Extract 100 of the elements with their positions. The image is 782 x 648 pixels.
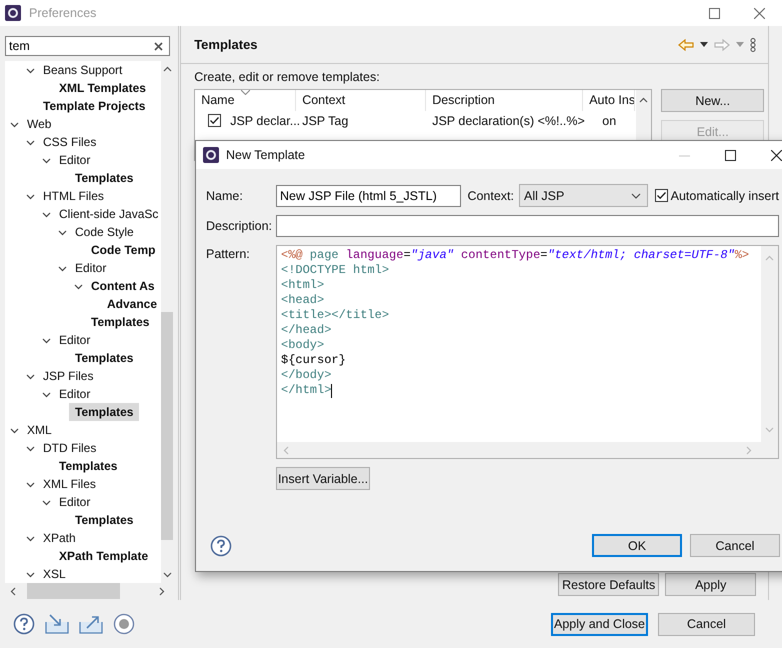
chevron-down-icon[interactable] (26, 480, 35, 488)
help-icon[interactable] (210, 534, 232, 556)
tree-item[interactable]: Templates (90, 313, 150, 331)
tree-item[interactable]: Code Style (74, 223, 135, 241)
tree-item[interactable]: Advance (106, 295, 158, 313)
chevron-down-icon[interactable] (74, 282, 83, 290)
column-header[interactable]: Context (296, 90, 426, 111)
scroll-up-icon[interactable] (639, 97, 648, 103)
code-line: <head> (281, 293, 324, 308)
chevron-down-icon[interactable] (10, 120, 19, 128)
field-label: Name: (206, 188, 244, 202)
table-cell-text: JSP declaration(s) <%!..%> (431, 114, 584, 128)
code-line: <%@ page language="java" contentType="text/html; charset=UTF-8"%> (281, 248, 750, 263)
tree-item[interactable]: Templates (74, 169, 134, 187)
chevron-down-icon[interactable] (42, 336, 51, 344)
chevron-down-icon[interactable] (26, 444, 35, 452)
search-field[interactable]: tem (5, 36, 170, 56)
chevron-down-icon[interactable] (42, 156, 51, 164)
chevron-down-icon[interactable] (10, 426, 19, 434)
tree-item[interactable]: Web (26, 115, 52, 133)
scroll-up-icon[interactable] (162, 66, 172, 72)
tree-item[interactable]: XML Templates (58, 79, 147, 97)
page-button[interactable]: Restore Defaults (558, 573, 660, 596)
tree-item[interactable]: Editor (58, 385, 92, 403)
chevron-down-icon[interactable] (42, 390, 51, 398)
chevron-down-icon[interactable] (42, 498, 51, 506)
pattern-editor[interactable]: <%@ page language="java" contentType="text/html; charset=UTF-8"%> <!DOCTYPE html> <html> <head> <title></title> </head> <body> ${cursor} </body> </html> (276, 245, 779, 459)
code-line: </body> (281, 368, 332, 383)
chevron-down-icon[interactable] (26, 534, 35, 542)
tree-item[interactable]: XSL (42, 565, 67, 583)
close-icon[interactable] (771, 150, 782, 160)
chevron-down-icon[interactable] (26, 372, 35, 380)
code-line: <body> (281, 338, 324, 353)
maximize-icon[interactable] (725, 150, 736, 160)
tree-item[interactable]: JSP Files (42, 367, 94, 385)
import-icon[interactable] (45, 614, 69, 634)
tree-item[interactable]: HTML Files (42, 187, 105, 205)
chevron-down-icon[interactable] (58, 228, 67, 236)
chevron-down-icon[interactable] (26, 138, 35, 146)
code-line: <html> (281, 278, 324, 293)
help-icon[interactable] (13, 613, 35, 635)
description-field[interactable] (276, 215, 779, 237)
tree-item[interactable]: Editor (58, 331, 92, 349)
menu-icon[interactable] (750, 38, 756, 52)
context-dropdown[interactable]: All JSP (519, 184, 648, 207)
clear-icon[interactable] (154, 42, 163, 51)
checkbox[interactable] (654, 189, 668, 202)
code-line: </head> (281, 323, 332, 338)
app-icon (5, 5, 21, 21)
scroll-down-icon[interactable] (162, 572, 172, 578)
back-arrow-icon[interactable] (678, 38, 694, 50)
checkbox-label[interactable]: Automatically insert (670, 188, 779, 202)
sort-caret-icon (241, 90, 250, 95)
tree-item[interactable]: XML Files (42, 475, 97, 493)
scroll-left-icon[interactable] (10, 586, 16, 596)
tree-item[interactable]: XML (26, 421, 53, 439)
chevron-down-icon[interactable] (42, 210, 51, 218)
dialog-button[interactable]: OK (592, 534, 682, 557)
tree-item[interactable]: CSS Files (42, 133, 98, 151)
tree-item[interactable]: Editor (58, 493, 92, 511)
name-field[interactable]: New JSP File (html 5_JSTL) (276, 184, 462, 206)
tree-item[interactable]: DTD Files (42, 439, 98, 457)
scroll-right-icon (746, 446, 752, 454)
tree-item[interactable]: Beans Support (42, 61, 124, 79)
dropdown-icon[interactable] (700, 42, 708, 47)
field-label: Pattern: (206, 246, 251, 261)
dialog-title: New Template (226, 148, 305, 162)
side-button[interactable]: New... (661, 89, 764, 112)
record-icon[interactable] (113, 613, 135, 635)
chevron-down-icon[interactable] (58, 264, 67, 272)
dialog-button[interactable]: Cancel (690, 534, 780, 557)
scroll-right-icon[interactable] (159, 586, 165, 596)
tree-item[interactable]: Content As (90, 277, 156, 295)
tree-item[interactable]: Templates (58, 457, 118, 475)
chevron-down-icon[interactable] (26, 570, 35, 578)
table-cell-text: on (601, 114, 618, 128)
page-title: Templates (194, 37, 258, 52)
chevron-down-icon[interactable] (26, 192, 35, 200)
tree-item[interactable]: Editor (58, 151, 92, 169)
tree-item[interactable]: Code Temp (90, 241, 156, 259)
tree-item[interactable]: Templates (74, 511, 134, 529)
export-icon[interactable] (79, 614, 103, 634)
tree-item[interactable]: XPath Template (58, 547, 150, 565)
tree-item[interactable]: Client-side JavaSc (58, 205, 160, 223)
column-header[interactable]: Name (195, 90, 296, 111)
code-line: ${cursor} (281, 353, 346, 368)
footer-button[interactable]: Cancel (658, 612, 755, 636)
column-header[interactable]: Description (426, 90, 584, 111)
app-icon (203, 147, 219, 163)
tree-item[interactable]: Editor (74, 259, 108, 277)
checkbox[interactable] (208, 114, 222, 127)
tree-item[interactable]: XPath (42, 529, 77, 547)
footer-button[interactable]: Apply and Close (551, 612, 648, 636)
insert-variable-button[interactable]: Insert Variable... (276, 467, 370, 490)
tree-item[interactable]: Templates (74, 349, 134, 367)
page-button[interactable]: Apply (665, 573, 756, 596)
chevron-down-icon[interactable] (26, 66, 35, 74)
tree-item[interactable]: Templates (69, 403, 140, 421)
page-description: Create, edit or remove templates: (194, 70, 381, 84)
tree-item[interactable]: Template Projects (42, 97, 146, 115)
